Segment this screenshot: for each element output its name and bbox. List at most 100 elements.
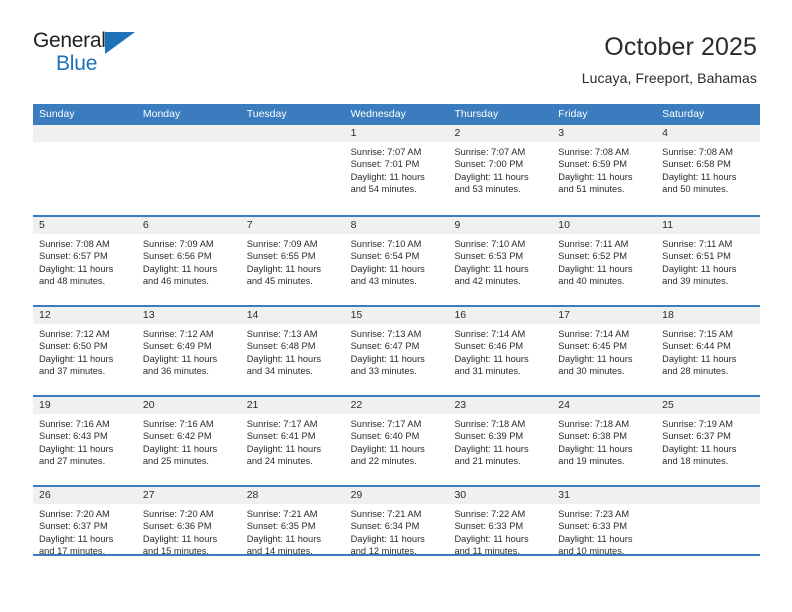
sunset-text: Sunset: 6:58 PM [662,159,731,170]
sunset-text: Sunset: 7:01 PM [350,159,420,170]
calendar-day-cell[interactable]: 20 Sunrise: 7:16 AM Sunset: 6:42 PM Dayligh… [136,397,241,485]
calendar-day-cell[interactable]: 1 Sunrise: 7:07 AM Sunset: 7:01 PM Daylight… [344,125,449,215]
day-number: 23 [448,397,553,414]
daylight-text-line2: and 18 minutes. [662,455,729,466]
day-number: 20 [136,397,241,414]
calendar-day-cell[interactable]: 6 Sunrise: 7:09 AM Sunset: 6:56 PM Daylight… [136,217,241,305]
general-blue-logo[interactable]: General Blue [33,30,148,78]
daylight-text-line2: and 19 minutes. [558,455,625,466]
calendar-day-cell[interactable]: 21 Sunrise: 7:17 AM Sunset: 6:41 PM Dayligh… [240,397,345,485]
day-number [33,125,137,142]
calendar-day-cell[interactable]: 23 Sunrise: 7:18 AM Sunset: 6:39 PM Dayligh… [448,397,553,485]
weekday-header-thursday: Thursday [454,108,499,120]
day-number: 18 [656,307,761,324]
calendar-day-cell[interactable]: 15 Sunrise: 7:13 AM Sunset: 6:47 PM Dayligh… [344,307,449,395]
sunrise-text: Sunrise: 7:12 AM [142,329,214,339]
day-number: 6 [136,217,241,234]
daylight-text-line1: Daylight: 11 hours [246,353,321,364]
calendar-day-cell[interactable]: 29 Sunrise: 7:21 AM Sunset: 6:34 PM Dayligh… [344,487,449,575]
sunset-text: Sunset: 6:34 PM [350,521,420,532]
daylight-text-line1: Daylight: 11 hours [662,353,737,364]
daylight-text-line1: Daylight: 11 hours [454,171,529,182]
daylight-text-line1: Daylight: 11 hours [350,263,425,274]
sunset-text: Sunset: 6:45 PM [558,341,628,352]
day-details: Sunrise: 7:22 AM Sunset: 6:33 PM Daylight:… [448,504,552,557]
day-number: 31 [552,487,657,504]
day-details: Sunrise: 7:16 AM Sunset: 6:43 PM Daylight:… [33,414,137,467]
calendar-day-cell[interactable]: 8 Sunrise: 7:10 AM Sunset: 6:54 PM Daylight… [344,217,449,305]
daylight-text-line1: Daylight: 11 hours [350,443,425,454]
day-details: Sunrise: 7:11 AM Sunset: 6:51 PM Daylight:… [656,234,760,287]
calendar-day-cell[interactable]: 17 Sunrise: 7:14 AM Sunset: 6:45 PM Dayligh… [552,307,657,395]
calendar-day-cell[interactable]: 3 Sunrise: 7:08 AM Sunset: 6:59 PM Daylight… [552,125,657,215]
daylight-text-line2: and 22 minutes. [350,455,417,466]
calendar-day-cell[interactable]: 11 Sunrise: 7:11 AM Sunset: 6:51 PM Dayligh… [656,217,761,305]
calendar-day-cell[interactable]: 2 Sunrise: 7:07 AM Sunset: 7:00 PM Daylight… [448,125,553,215]
day-number: 25 [656,397,761,414]
calendar-day-cell[interactable]: 25 Sunrise: 7:19 AM Sunset: 6:37 PM Dayligh… [656,397,761,485]
day-number: 12 [33,307,137,324]
day-details: Sunrise: 7:20 AM Sunset: 6:36 PM Daylight:… [137,504,241,557]
day-details: Sunrise: 7:21 AM Sunset: 6:35 PM Daylight:… [241,504,345,557]
day-number: 30 [448,487,553,504]
calendar-day-cell[interactable]: 24 Sunrise: 7:18 AM Sunset: 6:38 PM Dayligh… [552,397,657,485]
sunrise-text: Sunrise: 7:17 AM [350,419,422,429]
calendar-day-cell[interactable]: 18 Sunrise: 7:15 AM Sunset: 6:44 PM Dayligh… [656,307,761,395]
day-details: Sunrise: 7:17 AM Sunset: 6:40 PM Daylight:… [345,414,449,467]
calendar-day-cell[interactable]: 22 Sunrise: 7:17 AM Sunset: 6:40 PM Dayligh… [344,397,449,485]
calendar-day-cell[interactable]: 26 Sunrise: 7:20 AM Sunset: 6:37 PM Dayligh… [33,487,137,575]
calendar-day-cell-empty [656,487,761,575]
day-number: 29 [344,487,449,504]
day-details: Sunrise: 7:07 AM Sunset: 7:00 PM Daylight:… [448,142,552,195]
daylight-text-line2: and 43 minutes. [350,275,417,286]
calendar-day-cell[interactable]: 9 Sunrise: 7:10 AM Sunset: 6:53 PM Daylight… [448,217,553,305]
day-details: Sunrise: 7:23 AM Sunset: 6:33 PM Daylight:… [552,504,656,557]
sunrise-text: Sunrise: 7:10 AM [454,239,526,249]
sunset-text: Sunset: 6:38 PM [558,431,628,442]
calendar-day-cell[interactable]: 10 Sunrise: 7:11 AM Sunset: 6:52 PM Dayligh… [552,217,657,305]
logo-text-general: General [33,29,106,52]
calendar-day-cell[interactable]: 27 Sunrise: 7:20 AM Sunset: 6:36 PM Dayligh… [136,487,241,575]
daylight-text-line2: and 48 minutes. [39,275,106,286]
calendar-day-cell[interactable]: 12 Sunrise: 7:12 AM Sunset: 6:50 PM Dayligh… [33,307,137,395]
sunrise-text: Sunrise: 7:13 AM [350,329,422,339]
daylight-text-line1: Daylight: 11 hours [246,443,321,454]
day-number: 14 [240,307,345,324]
calendar-day-cell[interactable]: 13 Sunrise: 7:12 AM Sunset: 6:49 PM Dayligh… [136,307,241,395]
calendar-day-cell[interactable]: 30 Sunrise: 7:22 AM Sunset: 6:33 PM Dayligh… [448,487,553,575]
daylight-text-line1: Daylight: 11 hours [662,443,737,454]
sunrise-text: Sunrise: 7:08 AM [39,239,110,249]
triangle-icon [105,32,135,54]
calendar-day-cell[interactable]: 4 Sunrise: 7:08 AM Sunset: 6:58 PM Daylight… [656,125,761,215]
day-details: Sunrise: 7:20 AM Sunset: 6:37 PM Daylight:… [33,504,137,557]
title-block: October 2025 Lucaya, Freeport, Bahamas [582,30,757,88]
day-number: 4 [656,125,761,142]
calendar-day-cell[interactable]: 7 Sunrise: 7:09 AM Sunset: 6:55 PM Daylight… [240,217,345,305]
sunrise-text: Sunrise: 7:10 AM [350,239,422,249]
sunrise-text: Sunrise: 7:14 AM [558,329,630,339]
daylight-text-line2: and 50 minutes. [662,183,729,194]
daylight-text-line1: Daylight: 11 hours [39,353,114,364]
sunrise-text: Sunrise: 7:20 AM [39,509,110,519]
day-number: 3 [552,125,657,142]
sunrise-text: Sunrise: 7:23 AM [558,509,630,519]
daylight-text-line1: Daylight: 11 hours [142,533,218,544]
calendar-day-cell[interactable]: 14 Sunrise: 7:13 AM Sunset: 6:48 PM Dayligh… [240,307,345,395]
calendar-grid: Sunday Monday Tuesday Wednesday Thursday… [33,104,761,575]
daylight-text-line1: Daylight: 11 hours [558,353,633,364]
daylight-text-line2: and 54 minutes. [350,183,417,194]
calendar-day-cell[interactable]: 5 Sunrise: 7:08 AM Sunset: 6:57 PM Daylight… [33,217,137,305]
day-details: Sunrise: 7:10 AM Sunset: 6:53 PM Daylight:… [448,234,552,287]
day-number: 2 [448,125,553,142]
day-details: Sunrise: 7:19 AM Sunset: 6:37 PM Daylight:… [656,414,760,467]
daylight-text-line1: Daylight: 11 hours [350,533,425,544]
calendar-day-cell[interactable]: 28 Sunrise: 7:21 AM Sunset: 6:35 PM Dayligh… [240,487,345,575]
sunrise-text: Sunrise: 7:07 AM [350,147,422,157]
daylight-text-line2: and 37 minutes. [39,365,106,376]
calendar-day-cell[interactable]: 19 Sunrise: 7:16 AM Sunset: 6:43 PM Dayligh… [33,397,137,485]
calendar-page: General Blue October 2025 Lucaya, Freepo… [0,0,792,612]
calendar-day-cell-empty [240,125,345,215]
calendar-day-cell[interactable]: 31 Sunrise: 7:23 AM Sunset: 6:33 PM Dayligh… [552,487,657,575]
page-title: October 2025 [604,33,757,61]
calendar-day-cell[interactable]: 16 Sunrise: 7:14 AM Sunset: 6:46 PM Dayligh… [448,307,553,395]
